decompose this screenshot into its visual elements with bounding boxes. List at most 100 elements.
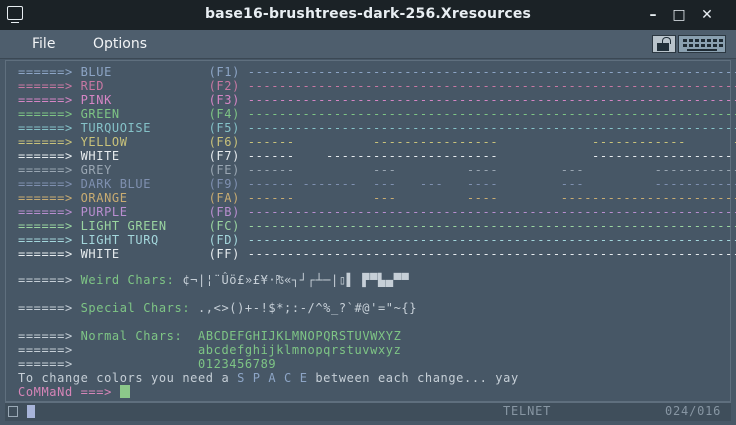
- row-arrow: ======>: [18, 247, 73, 261]
- space-word: S P A C E: [237, 371, 308, 385]
- weird-chars-value: ¢¬|¦¨Ûö£»£¥·₧«┐┘┌┴─|▯▌ ▛▀▙▄▀▀: [182, 273, 410, 287]
- connection-mode: TELNET: [503, 404, 552, 418]
- row-color-code: (FD): [208, 233, 240, 247]
- row-pattern: ------ --- ---- --- ------------: [247, 163, 736, 177]
- row-color-code: (F5): [208, 121, 240, 135]
- row-pattern: ----------------------------------------…: [247, 219, 736, 233]
- lower-chars: abcdefghijklmnopqrstuvwxyz: [197, 343, 402, 357]
- row-color-code: (F4): [208, 107, 240, 121]
- row-color-name: PURPLE: [80, 205, 128, 219]
- color-row: ======> DARK BLUE (F9) ------ ------- ---…: [18, 177, 736, 191]
- upper-chars: ABCDEFGHIJKLMNOPQRSTUVWXYZ: [198, 329, 402, 343]
- row-arrow: ======>: [18, 121, 73, 135]
- row-pattern: ----------------------------------------…: [247, 233, 736, 247]
- row-pattern: ----------------------------------------…: [247, 247, 736, 261]
- lock-icon[interactable]: [652, 35, 676, 53]
- row-pattern: ------ ------- --- --- ---- --- --------…: [247, 177, 736, 191]
- row-color-code: (F6): [208, 135, 240, 149]
- info-line: To change colors you need a S P A C E be…: [18, 371, 519, 385]
- close-button[interactable]: ✕: [696, 4, 718, 26]
- normal-chars-label: Normal Chars:: [80, 329, 183, 343]
- row-arrow: ======>: [18, 149, 73, 163]
- color-row: ======> BLUE (F1) -----------------------…: [18, 65, 736, 79]
- row-color-name: LIGHT TURQ: [80, 233, 159, 247]
- row-arrow: ======>: [18, 93, 73, 107]
- row-color-name: WHITE: [80, 149, 120, 163]
- row-color-code: (FC): [208, 219, 240, 233]
- row-color-name: RED: [80, 79, 105, 93]
- color-row: ======> GREY (FE) ------ --- ---- --- ---…: [18, 163, 736, 177]
- status-bar: TELNET 024/016: [5, 402, 731, 421]
- row-arrow: ======>: [18, 65, 73, 79]
- row-arrow: ======>: [18, 219, 73, 233]
- row-color-name: GREY: [80, 163, 112, 177]
- row-arrow: ======>: [18, 205, 73, 219]
- color-row: ======> TURQUOISE (F5) ------------------…: [18, 121, 736, 135]
- digit-chars-line: ======> 0123456789: [18, 357, 277, 371]
- row-color-code: (FA): [208, 191, 240, 205]
- row-color-name: PINK: [80, 93, 112, 107]
- row-pattern: ----------------------------------------…: [247, 205, 736, 219]
- keyboard-icon[interactable]: [678, 35, 726, 53]
- menu-file[interactable]: File: [32, 36, 55, 52]
- cursor-position: 024/016: [665, 404, 722, 418]
- color-row: ======> WHITE (F7) ------ ---------------…: [18, 149, 733, 163]
- row-arrow: ======>: [18, 107, 73, 121]
- row-color-name: LIGHT GREEN: [80, 219, 167, 233]
- window-title: base16-brushtrees-dark-256.Xresources: [204, 6, 532, 22]
- color-row: ======> LIGHT GREEN (FC) ----------------…: [18, 219, 736, 233]
- color-row: ======> GREEN (F4) ----------------------…: [18, 107, 736, 121]
- color-row: ======> RED (F2) ------------------------…: [18, 79, 736, 93]
- special-chars-value: .,<>()+-!$*;:-/^%_?`#@'="~{}: [197, 301, 418, 315]
- row-color-code: (FF): [208, 247, 240, 261]
- normal-chars-line: ======> Normal Chars: ABCDEFGHIJKLMNOPQR…: [18, 329, 402, 343]
- row-arrow: ======>: [18, 177, 73, 191]
- minimize-button[interactable]: –: [642, 4, 664, 26]
- row-pattern: ----------------------------------------…: [247, 107, 736, 121]
- color-row: ======> PURPLE (FB) ---------------------…: [18, 205, 736, 219]
- row-color-name: ORANGE: [80, 191, 128, 205]
- terminal-window: base16-brushtrees-dark-256.Xresources – …: [0, 0, 736, 425]
- row-pattern: ------ --- ---- ------------------------: [247, 191, 736, 205]
- lower-chars-line: ======> abcdefghijklmnopqrstuvwxyz: [18, 343, 402, 357]
- terminal-screen[interactable]: ======> BLUE (F1) -----------------------…: [5, 60, 736, 402]
- row-color-name: GREEN: [80, 107, 120, 121]
- command-prompt-line[interactable]: CoMMaNd ===>: [18, 385, 130, 399]
- special-chars-line: ======> Special Chars: .,<>()+-!$*;:-/^%…: [18, 301, 418, 315]
- row-color-code: (F7): [208, 149, 240, 163]
- row-pattern: ----------------------------------------…: [247, 79, 736, 93]
- color-row: ======> WHITE (FF) ----------------------…: [18, 247, 736, 261]
- weird-chars-line: ======> Weird Chars: ¢¬|¦¨Ûö£»£¥·₧«┐┘┌┴─…: [18, 273, 410, 287]
- row-color-code: (FE): [208, 163, 240, 177]
- color-row: ======> YELLOW (F6) ------ --------------…: [18, 135, 736, 149]
- row-color-code: (F9): [208, 177, 240, 191]
- maximize-button[interactable]: □: [668, 4, 690, 26]
- title-bar[interactable]: base16-brushtrees-dark-256.Xresources – …: [0, 0, 736, 30]
- menu-bar: File Options: [0, 30, 736, 59]
- text-cursor: [119, 385, 130, 398]
- row-pattern: ------ ---------------- ------------ ---: [247, 135, 736, 149]
- color-row: ======> LIGHT TURQ (FD) -----------------…: [18, 233, 736, 247]
- row-arrow: ======>: [18, 233, 73, 247]
- row-color-name: TURQUOISE: [80, 121, 152, 135]
- row-pattern: ----------------------------------------…: [247, 65, 736, 79]
- weird-chars-label: Weird Chars:: [80, 273, 175, 287]
- row-arrow: ======>: [18, 135, 73, 149]
- row-pattern: ----------------------------------------…: [247, 93, 736, 107]
- row-arrow: ======>: [18, 79, 73, 93]
- row-arrow: ======>: [18, 163, 73, 177]
- row-color-name: WHITE: [80, 247, 120, 261]
- status-cursor-indicator: [27, 405, 35, 418]
- row-pattern: ------ ---------------------- ----------…: [247, 149, 733, 163]
- menu-options[interactable]: Options: [93, 36, 147, 52]
- row-color-code: (F1): [208, 65, 240, 79]
- row-color-code: (FB): [208, 205, 240, 219]
- color-row: ======> ORANGE (FA) ------ --- ---- -----…: [18, 191, 736, 205]
- command-prompt: CoMMaNd ===>: [18, 385, 112, 399]
- row-color-name: BLUE: [80, 65, 112, 79]
- row-color-name: YELLOW: [80, 135, 128, 149]
- row-color-code: (F3): [208, 93, 240, 107]
- row-color-name: DARK BLUE: [80, 177, 152, 191]
- row-pattern: ----------------------------------------…: [247, 121, 736, 135]
- digit-chars: 0123456789: [197, 357, 277, 371]
